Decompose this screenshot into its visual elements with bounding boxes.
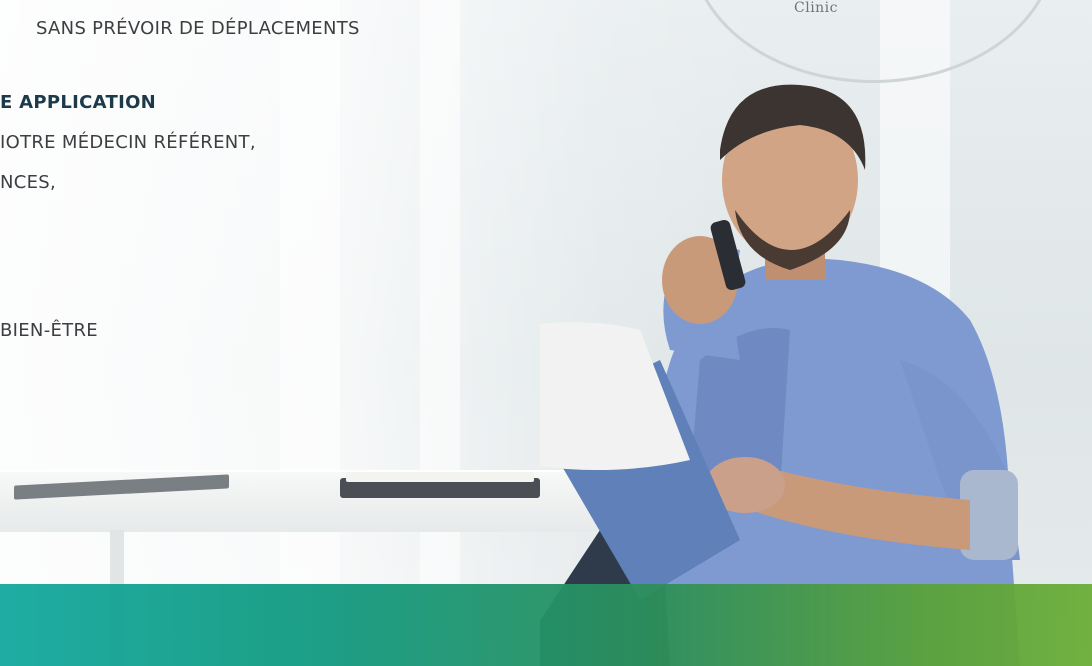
headline-line: SANS PRÉVOIR DE DÉPLACEMENTS bbox=[36, 18, 360, 39]
hero-image: Clinic SANS PRÉVOIR DE DÉPLACEMENTS E AP… bbox=[0, 0, 1092, 666]
curtain-panel bbox=[420, 0, 460, 666]
section-heading: E APPLICATION bbox=[0, 92, 157, 113]
green-gradient-band bbox=[0, 584, 1092, 666]
body-line: IOTRE MÉDECIN RÉFÉRENT, bbox=[0, 132, 256, 153]
man-on-phone-illustration bbox=[465, 60, 1060, 666]
open-notebook bbox=[340, 472, 540, 498]
body-line: NCES, bbox=[0, 172, 57, 193]
body-line: BIEN-ÊTRE bbox=[0, 320, 98, 341]
curtain-panel bbox=[280, 0, 340, 666]
clinic-logo-text: Clinic bbox=[794, 0, 839, 16]
